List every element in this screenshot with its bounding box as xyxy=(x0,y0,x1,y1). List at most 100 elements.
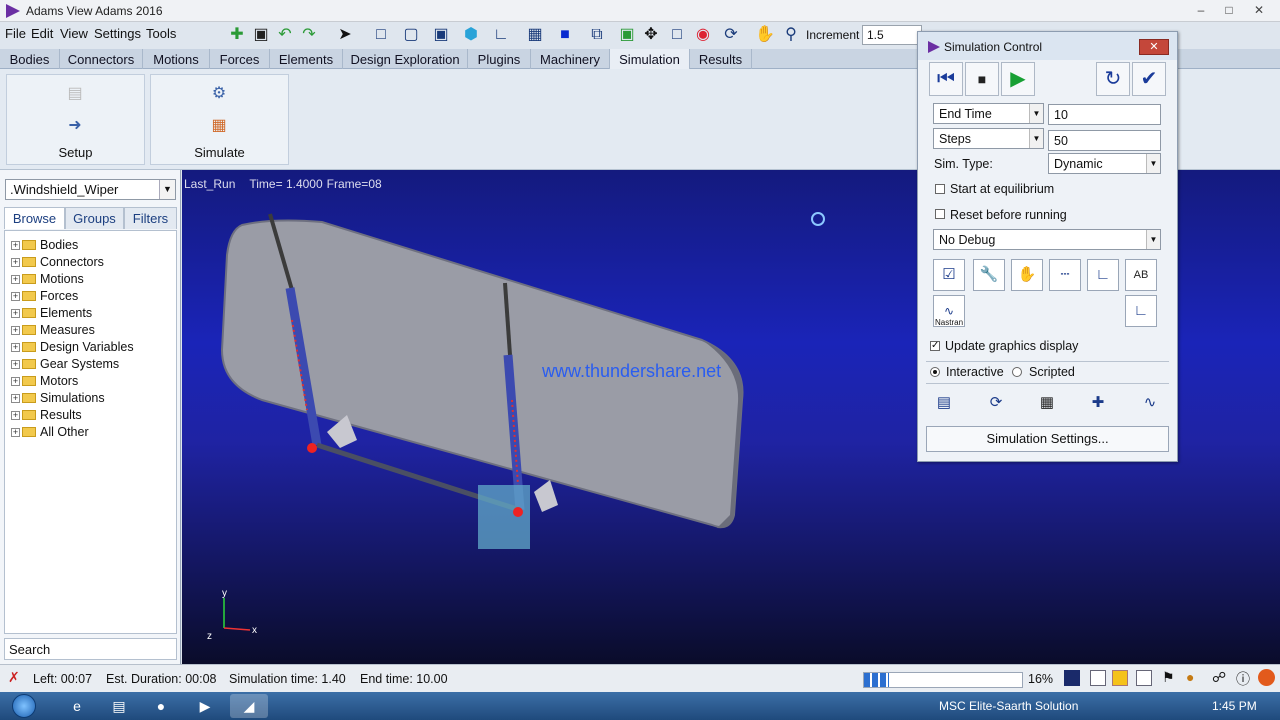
cancel-icon[interactable]: ✗ xyxy=(8,669,20,686)
abcd-table-icon[interactable]: AB xyxy=(1125,259,1157,291)
menu-settings[interactable]: Settings xyxy=(94,26,141,41)
expand-icon[interactable]: + xyxy=(11,360,20,369)
tab-connectors[interactable]: Connectors xyxy=(60,49,143,69)
play-button[interactable]: ▶ xyxy=(1001,62,1035,96)
pan-hand-icon[interactable]: ✋ xyxy=(754,24,776,46)
export-plot-icon[interactable]: ∟ xyxy=(1125,295,1157,327)
tree-item-motions[interactable]: + Motions xyxy=(11,272,84,289)
flag-icon[interactable]: ⚑ xyxy=(1162,669,1175,686)
measure-icon[interactable]: ┄ xyxy=(1049,259,1081,291)
tab-simulation[interactable]: Simulation xyxy=(610,49,690,69)
tab-results[interactable]: Results xyxy=(690,49,752,69)
chevron-down-icon[interactable]: ▼ xyxy=(1146,154,1160,173)
expand-icon[interactable]: + xyxy=(11,377,20,386)
tab-elements[interactable]: Elements xyxy=(270,49,343,69)
shaded-cube-icon[interactable]: ⬢ xyxy=(460,24,482,46)
increment-field[interactable]: 1.5 xyxy=(862,25,922,45)
tree-item-connectors[interactable]: + Connectors xyxy=(11,255,104,272)
firefox-icon[interactable]: ● xyxy=(142,694,180,718)
view-iso-icon[interactable]: ▢ xyxy=(400,24,422,46)
select-icon[interactable]: ➤ xyxy=(334,24,356,46)
rotate-icon[interactable]: ⟳ xyxy=(720,24,742,46)
expand-icon[interactable]: + xyxy=(11,275,20,284)
tab-bodies[interactable]: Bodies xyxy=(0,49,60,69)
expand-icon[interactable]: + xyxy=(11,394,20,403)
document-icon[interactable]: ▤ xyxy=(65,83,85,105)
expand-icon[interactable]: + xyxy=(11,428,20,437)
maximize-button[interactable]: □ xyxy=(1218,2,1240,19)
simulation-settings-button[interactable]: Simulation Settings... xyxy=(926,426,1169,452)
end-mode-select[interactable]: End Time ▼ xyxy=(933,103,1044,124)
dialog-titlebar[interactable]: Simulation Control ✕ xyxy=(918,32,1177,60)
start-button[interactable] xyxy=(6,692,44,720)
end-time-input[interactable]: 10 xyxy=(1048,104,1161,125)
hand-icon[interactable]: ✋ xyxy=(1011,259,1043,291)
redo-icon[interactable]: ↷ xyxy=(298,24,320,46)
reset-before-checkbox[interactable] xyxy=(935,209,945,219)
network-icon[interactable]: ☍ xyxy=(1212,669,1226,686)
plot-icon[interactable] xyxy=(1090,670,1106,686)
target-icon[interactable]: ◉ xyxy=(692,24,714,46)
motion-icon[interactable]: ☑ xyxy=(933,259,965,291)
open-sim-icon[interactable]: ⟳ xyxy=(980,388,1012,420)
expand-icon[interactable]: + xyxy=(11,343,20,352)
console-icon[interactable] xyxy=(1064,670,1080,686)
chevron-down-icon[interactable]: ▼ xyxy=(1146,230,1160,249)
rewind-button[interactable]: ⏮ xyxy=(929,62,963,96)
tab-filters[interactable]: Filters xyxy=(124,207,177,229)
help-icon[interactable]: ⓘ xyxy=(1236,669,1250,689)
menu-file[interactable]: File xyxy=(5,26,26,41)
tab-design-exploration[interactable]: Design Exploration xyxy=(343,49,468,69)
media-player-icon[interactable]: ▶ xyxy=(186,694,224,718)
calculator-icon[interactable]: ▦ xyxy=(209,115,229,137)
update-graphics-checkbox[interactable]: ✓ xyxy=(930,341,940,351)
zoom-icon[interactable]: ⚲ xyxy=(780,24,802,46)
adams-taskbar-icon[interactable]: ◢ xyxy=(230,694,268,718)
import-icon[interactable]: ➜ xyxy=(65,115,85,137)
close-window-button[interactable]: ✕ xyxy=(1248,2,1270,19)
tab-motions[interactable]: Motions xyxy=(143,49,210,69)
tree-item-forces[interactable]: + Forces xyxy=(11,289,78,306)
tab-forces[interactable]: Forces xyxy=(210,49,270,69)
menu-view[interactable]: View xyxy=(60,26,88,41)
expand-icon[interactable]: + xyxy=(11,258,20,267)
view-front-icon[interactable]: □ xyxy=(370,24,392,46)
interactive-radio[interactable] xyxy=(930,367,940,377)
scripted-radio[interactable] xyxy=(1012,367,1022,377)
chevron-down-icon[interactable]: ▼ xyxy=(159,180,175,199)
copy-view-icon[interactable]: ⧉ xyxy=(586,24,608,46)
tree-item-motors[interactable]: + Motors xyxy=(11,374,78,391)
sim-type-select[interactable]: Dynamic ▼ xyxy=(1048,153,1161,174)
fit-icon[interactable]: ▣ xyxy=(616,24,638,46)
tree-item-all-other[interactable]: + All Other xyxy=(11,425,89,442)
chart-icon[interactable]: ∿ xyxy=(1134,388,1166,420)
expand-icon[interactable]: + xyxy=(11,326,20,335)
info-icon[interactable] xyxy=(1112,670,1128,686)
stop-sim-icon[interactable] xyxy=(1258,669,1275,686)
debug-select[interactable]: No Debug ▼ xyxy=(933,229,1161,250)
render-icon[interactable]: ■ xyxy=(554,24,576,46)
stop-button[interactable]: ■ xyxy=(965,62,999,96)
ie-icon[interactable]: e xyxy=(58,694,96,718)
undo-icon[interactable]: ↶ xyxy=(274,24,296,46)
start-equilibrium-checkbox[interactable] xyxy=(935,184,945,194)
explorer-icon[interactable]: ▤ xyxy=(100,694,138,718)
expand-icon[interactable]: + xyxy=(11,309,20,318)
tree-item-bodies[interactable]: + Bodies xyxy=(11,238,78,255)
motor-housing[interactable] xyxy=(478,485,530,549)
tree-item-results[interactable]: + Results xyxy=(11,408,82,425)
save-icon[interactable]: ▣ xyxy=(250,24,272,46)
tree-item-elements[interactable]: + Elements xyxy=(11,306,92,323)
search-input[interactable]: Search xyxy=(4,638,177,660)
tree-item-gear-systems[interactable]: + Gear Systems xyxy=(11,357,119,374)
view-side-icon[interactable]: ▣ xyxy=(430,24,452,46)
expand-icon[interactable]: + xyxy=(11,292,20,301)
table-icon[interactable] xyxy=(1136,670,1152,686)
center-icon[interactable]: ✥ xyxy=(640,24,662,46)
chevron-down-icon[interactable]: ▼ xyxy=(1029,129,1043,148)
dialog-close-button[interactable]: ✕ xyxy=(1139,39,1169,55)
plot-p-icon[interactable]: ∟ xyxy=(1087,259,1119,291)
animation-film-icon[interactable]: ▦ xyxy=(1031,388,1063,420)
steps-input[interactable]: 50 xyxy=(1048,130,1161,151)
tree-item-simulations[interactable]: + Simulations xyxy=(11,391,105,408)
